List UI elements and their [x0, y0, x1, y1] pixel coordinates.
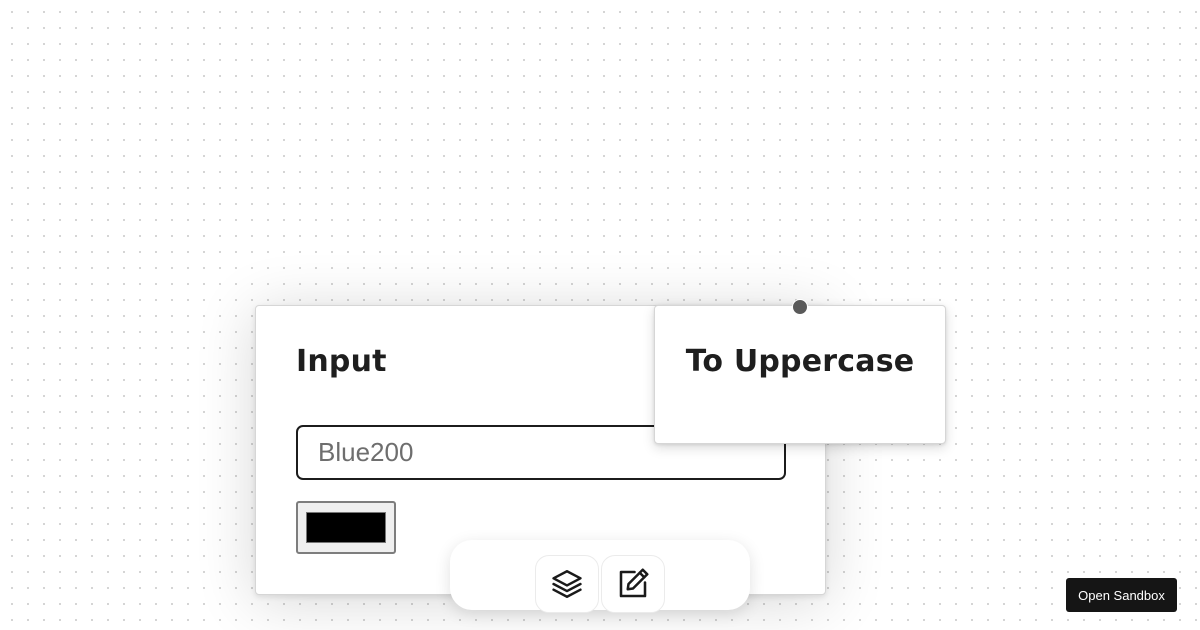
edit-icon [615, 566, 651, 602]
color-swatch-fill [306, 512, 386, 543]
color-picker[interactable] [296, 501, 396, 554]
target-handle[interactable] [792, 299, 808, 315]
to-uppercase-node-title: To Uppercase [685, 344, 915, 379]
flow-canvas[interactable]: Input To Uppercase [0, 0, 1200, 630]
layers-button[interactable] [535, 555, 599, 613]
edit-button[interactable] [601, 555, 665, 613]
to-uppercase-node[interactable]: To Uppercase [654, 299, 946, 444]
open-sandbox-button[interactable]: Open Sandbox [1066, 578, 1177, 612]
bottom-toolbar [450, 540, 750, 613]
input-node-title: Input [296, 344, 387, 379]
layers-icon [548, 567, 586, 601]
